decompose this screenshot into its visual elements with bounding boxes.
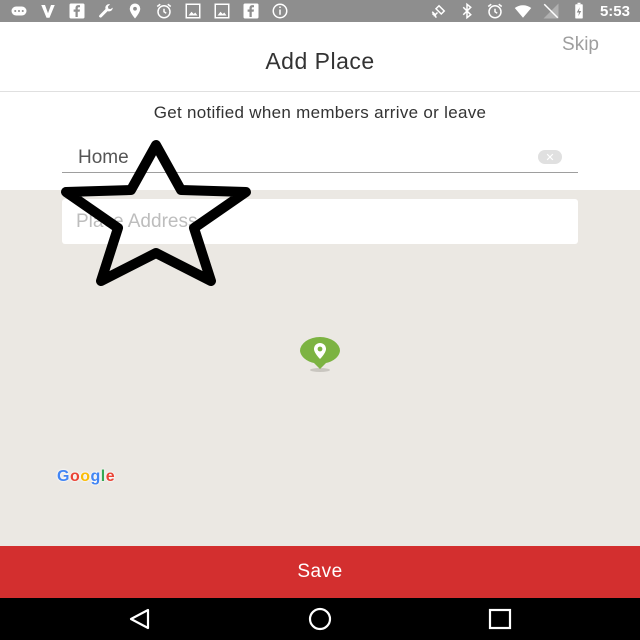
keyboard-icon bbox=[10, 2, 28, 20]
photo-icon bbox=[213, 2, 231, 20]
header: Add Place Skip bbox=[0, 22, 640, 92]
skip-button[interactable]: Skip bbox=[562, 34, 599, 56]
wifi-icon bbox=[514, 2, 532, 20]
notification-icons bbox=[10, 2, 289, 20]
alarm-icon bbox=[486, 2, 504, 20]
navigation-bar bbox=[0, 598, 640, 640]
page-title: Add Place bbox=[265, 48, 375, 74]
clear-icon[interactable]: ✕ bbox=[538, 150, 562, 164]
google-logo: Google bbox=[57, 468, 116, 485]
wrench-icon bbox=[97, 2, 115, 20]
satellite-icon bbox=[430, 2, 448, 20]
map-pin-icon[interactable] bbox=[296, 337, 344, 373]
alarm-icon bbox=[155, 2, 173, 20]
location-icon bbox=[126, 2, 144, 20]
battery-icon bbox=[570, 2, 588, 20]
signal-icon bbox=[542, 2, 560, 20]
recents-icon[interactable] bbox=[486, 607, 514, 631]
status-time: 5:53 bbox=[599, 2, 630, 20]
info-icon bbox=[271, 2, 289, 20]
star-icon bbox=[61, 140, 251, 286]
photo-icon bbox=[184, 2, 202, 20]
home-icon[interactable] bbox=[306, 607, 334, 631]
facebook-icon bbox=[242, 2, 260, 20]
system-icons: 5:53 bbox=[430, 2, 630, 20]
bluetooth-icon bbox=[458, 2, 476, 20]
v-icon bbox=[39, 2, 57, 20]
subtitle: Get notified when members arrive or leav… bbox=[153, 103, 487, 122]
status-bar: 5:53 bbox=[0, 0, 640, 22]
facebook-icon bbox=[68, 2, 86, 20]
back-icon[interactable] bbox=[126, 607, 154, 631]
save-button[interactable]: Save bbox=[0, 546, 640, 598]
